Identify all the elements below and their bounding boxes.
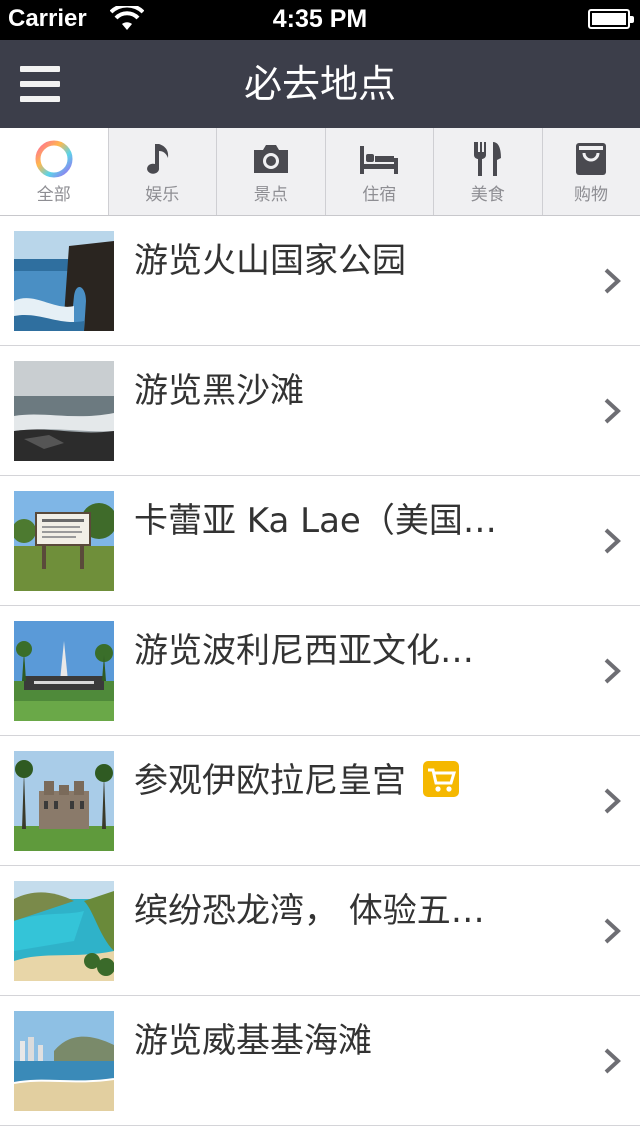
shopping-bag-icon [576, 143, 606, 175]
place-title: 参观伊欧拉尼皇宫 [134, 758, 534, 804]
tab-label: 全部 [36, 185, 71, 205]
color-ring-icon [35, 140, 73, 178]
palace-photo [14, 751, 114, 851]
tab-lodging[interactable]: 住宿 [326, 128, 434, 215]
camera-icon [253, 145, 288, 173]
tab-food[interactable]: 美食 [434, 128, 543, 215]
chevron-right-icon [604, 528, 621, 554]
tab-label: 娱乐 [145, 185, 180, 205]
list-item[interactable]: 卡蕾亚 Ka Lae（美国… [0, 476, 640, 606]
battery-icon [588, 9, 634, 29]
music-note-icon [147, 144, 169, 174]
tab-all[interactable]: 全部 [0, 128, 109, 215]
list-item[interactable]: 游览威基基海滩 [0, 996, 640, 1126]
sign-board-photo [14, 491, 114, 591]
tab-shopping[interactable]: 购物 [543, 128, 640, 215]
beach-photo [14, 1011, 114, 1111]
chevron-right-icon [604, 398, 621, 424]
chevron-right-icon [604, 268, 621, 294]
place-title: 游览火山国家公园 [134, 241, 406, 281]
place-title: 游览威基基海滩 [134, 1021, 372, 1061]
category-tabs: 全部 娱乐 景点 住宿 美食 购物 [0, 128, 640, 216]
fork-knife-icon [473, 142, 501, 176]
chevron-right-icon [604, 918, 621, 944]
hamburger-menu-icon[interactable] [20, 66, 60, 102]
place-title: 卡蕾亚 Ka Lae（美国… [134, 501, 497, 541]
chevron-right-icon [604, 658, 621, 684]
places-list: 游览火山国家公园 游览黑沙滩 卡蕾亚 Ka Lae（美国… 游览波利尼西亚文化…… [0, 216, 640, 1126]
cultural-center-photo [14, 621, 114, 721]
page-title: 必去地点 [243, 62, 396, 106]
tab-label: 住宿 [362, 185, 397, 205]
place-title-text: 参观伊欧拉尼皇宫 [134, 761, 406, 801]
list-item[interactable]: 游览波利尼西亚文化… [0, 606, 640, 736]
chevron-right-icon [604, 1048, 621, 1074]
tab-label: 购物 [574, 185, 608, 205]
place-title: 缤纷恐龙湾， 体验五… [134, 891, 485, 931]
navigation-bar: 必去地点 [0, 40, 640, 128]
bay-photo [14, 881, 114, 981]
place-title: 游览波利尼西亚文化… [134, 631, 474, 671]
place-title: 游览黑沙滩 [134, 371, 304, 411]
tab-label: 景点 [253, 185, 288, 205]
clock: 4:35 PM [272, 5, 368, 33]
tab-entertainment[interactable]: 娱乐 [109, 128, 217, 215]
status-bar: Carrier 4:35 PM [0, 0, 640, 40]
rocky-coast-photo [14, 361, 114, 461]
tab-label: 美食 [470, 185, 505, 205]
bed-icon [360, 146, 399, 174]
sea-arch-photo [14, 231, 114, 331]
chevron-right-icon [604, 788, 621, 814]
shopping-cart-icon [422, 760, 459, 797]
list-item[interactable]: 游览黑沙滩 [0, 346, 640, 476]
list-item[interactable]: 游览火山国家公园 [0, 216, 640, 346]
list-item[interactable]: 缤纷恐龙湾， 体验五… [0, 866, 640, 996]
tab-sights[interactable]: 景点 [217, 128, 326, 215]
list-item[interactable]: 参观伊欧拉尼皇宫 [0, 736, 640, 866]
